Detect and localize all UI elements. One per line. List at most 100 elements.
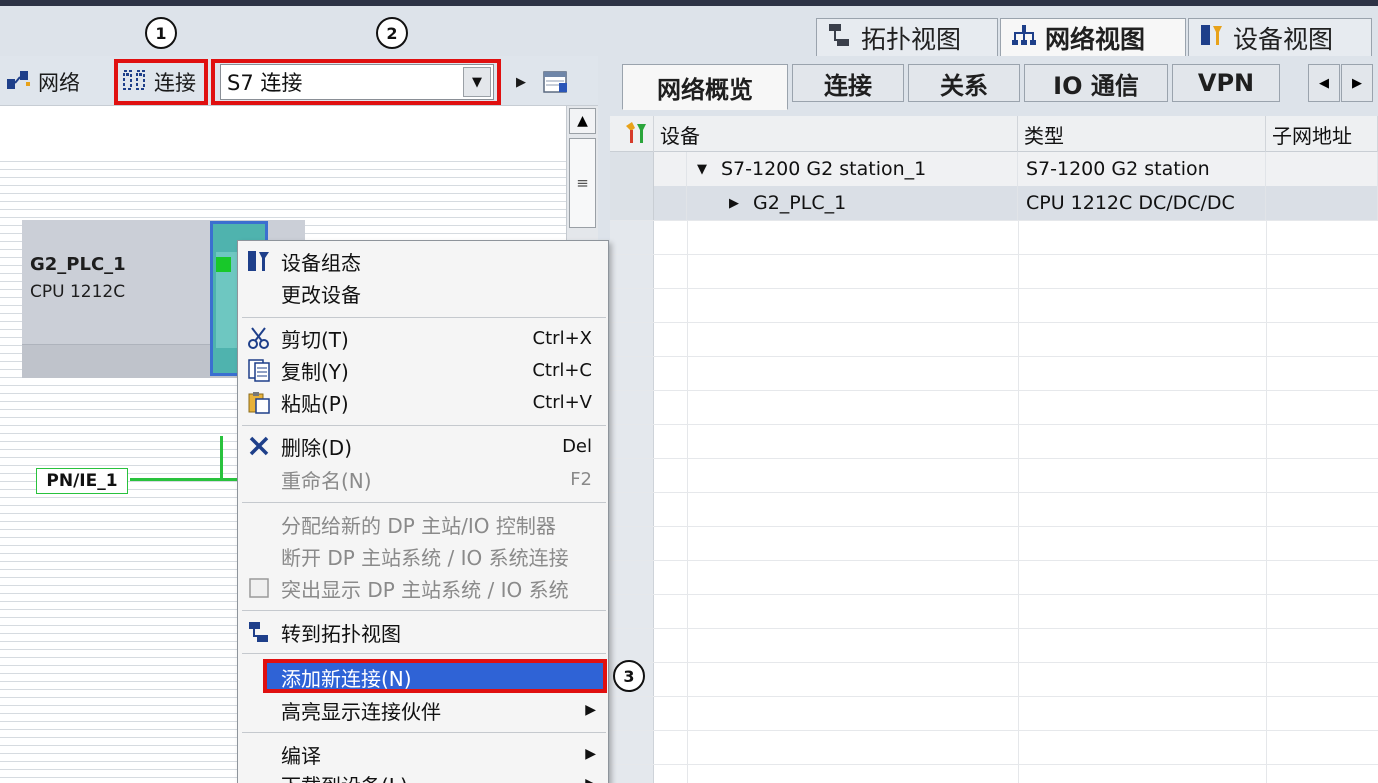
tab-label: 网络概览 [657,75,753,104]
tab-connections[interactable]: 连接 [792,64,904,102]
row-divider [610,492,1378,493]
tab-label: 网络视图 [1045,25,1146,54]
device-cell-text: S7-1200 G2 station_1 [721,158,927,180]
menu-item-label: 编译 [281,743,321,768]
highlight-box-connection-type [211,59,501,105]
tabs-scroll-left-icon[interactable]: ◀ [1308,64,1340,102]
menu-separator [242,610,606,611]
table-row[interactable]: ▼ S7-1200 G2 station_1 S7-1200 G2 statio… [610,152,1378,186]
column-header-label: 子网地址 [1272,123,1352,148]
device-cell: ▶ G2_PLC_1 [687,186,1018,220]
network-mode-button[interactable]: 网络 [6,64,80,100]
tab-vpn[interactable]: VPN [1172,64,1280,102]
view-tabs-bar: 拓扑视图 网络视图 设备视图 [0,6,1378,58]
menu-item-label: 断开 DP 主站系统 / IO 系统连接 [281,545,569,570]
device-cpu-type: CPU 1212C [30,282,126,302]
tab-network-view[interactable]: 网络视图 [1000,18,1186,58]
tab-network-overview[interactable]: 网络概览 [622,64,788,110]
menu-item-disconnect-dp-system[interactable]: 断开 DP 主站系统 / IO 系统连接 [238,540,608,572]
menu-item-assign-dp-master[interactable]: 分配给新的 DP 主站/IO 控制器 [238,508,608,540]
status-column-header[interactable] [610,116,654,152]
menu-item-shortcut: Ctrl+V [532,391,592,413]
menu-item-label: 分配给新的 DP 主站/IO 控制器 [281,513,556,538]
menu-item-label: 设备组态 [281,250,361,275]
menu-item-shortcut: F2 [570,468,592,490]
menu-item-delete[interactable]: 删除(D) Del [238,430,608,462]
tab-io-communication[interactable]: IO 通信 [1024,64,1168,102]
menu-item-label: 突出显示 DP 主站系统 / IO 系统 [281,577,569,602]
column-header-device[interactable]: 设备 [654,116,1018,152]
context-menu: 设备组态 更改设备 剪切(T) Ctrl+X 复制(Y) Ctrl+C 粘贴(P… [237,240,609,783]
row-marker [610,152,654,186]
menu-item-label: 剪切(T) [281,327,349,352]
network-mode-label: 网络 [38,71,80,95]
column-header-subnet-address[interactable]: 子网地址 [1266,116,1378,152]
menu-item-label: 更改设备 [281,282,361,307]
menu-item-label: 重命名(N) [281,468,372,493]
menu-separator [242,502,606,503]
tab-relations[interactable]: 关系 [908,64,1020,102]
menu-item-label: 删除(D) [281,435,353,460]
type-cell-text: S7-1200 G2 station [1026,158,1210,180]
toolbar-more-arrow-icon[interactable]: ▶ [516,64,526,100]
menu-item-change-device[interactable]: 更改设备 [238,277,608,309]
tabs-scroll-right-icon[interactable]: ▶ [1341,64,1373,102]
subnet-label[interactable]: PN/IE_1 [36,468,128,494]
show-table-icon[interactable] [542,64,570,100]
menu-item-paste[interactable]: 粘贴(P) Ctrl+V [238,386,608,418]
row-indent-cell [654,186,687,220]
row-divider [610,288,1378,289]
topology-icon [827,22,853,54]
expanded-triangle-icon[interactable]: ▼ [697,162,707,177]
device-config-icon [246,248,272,274]
type-cell: S7-1200 G2 station [1018,152,1266,186]
menu-item-label: 转到拓扑视图 [281,621,401,646]
overview-table: 设备 类型 子网地址 ▼ S7-1200 G2 station_1 S7-120… [610,116,1378,783]
checkbox-icon[interactable] [246,575,272,601]
tab-label: 关系 [940,71,988,100]
row-divider [610,390,1378,391]
row-divider [610,322,1378,323]
menu-item-highlight-connection-partner[interactable]: 高亮显示连接伙伴 ▶ [238,694,608,726]
collapsed-triangle-icon[interactable]: ▶ [729,196,739,211]
scrollbar-thumb[interactable]: ≡ [569,138,596,228]
callout-2: 2 [376,17,408,49]
column-header-label: 类型 [1024,123,1064,148]
highlight-box-connection [114,59,208,105]
copy-icon [246,357,272,383]
device-icon [1199,22,1225,54]
submenu-arrow-icon: ▶ [585,776,596,783]
menu-item-device-configuration[interactable]: 设备组态 [238,245,608,277]
menu-item-highlight-dp-system[interactable]: 突出显示 DP 主站系统 / IO 系统 [238,572,608,604]
row-indent-cell [654,152,687,186]
tia-portal-window: 拓扑视图 网络视图 设备视图 网络 连接 S7 连接 ▼ ▶ G2_PLC_1 … [0,0,1378,783]
menu-item-copy[interactable]: 复制(Y) Ctrl+C [238,354,608,386]
menu-item-download-to-device[interactable]: 下载到设备(L) ▶ [238,768,608,783]
column-divider [1018,152,1019,783]
menu-item-rename[interactable]: 重命名(N) F2 [238,463,608,495]
row-divider [610,220,1378,221]
menu-item-cut[interactable]: 剪切(T) Ctrl+X [238,322,608,354]
row-divider [610,458,1378,459]
device-name: G2_PLC_1 [30,254,126,275]
tab-label: 设备视图 [1233,25,1334,54]
network-toolbar: 网络 连接 S7 连接 ▼ ▶ [0,56,598,106]
row-divider [610,662,1378,663]
scroll-up-icon[interactable]: ▲ [569,108,596,134]
menu-item-compile[interactable]: 编译 ▶ [238,738,608,770]
table-row[interactable]: ▶ G2_PLC_1 CPU 1212C DC/DC/DC [610,186,1378,220]
delete-x-icon [246,433,272,459]
tab-label: 拓扑视图 [861,25,962,54]
menu-item-shortcut: Ctrl+C [532,359,592,381]
menu-item-shortcut: Ctrl+X [532,327,592,349]
tab-device-view[interactable]: 设备视图 [1188,18,1372,58]
row-divider [610,764,1378,765]
tab-topology-view[interactable]: 拓扑视图 [816,18,998,58]
highlight-box-add-connection [263,659,607,693]
device-cell: ▼ S7-1200 G2 station_1 [687,152,1018,186]
menu-item-label: 粘贴(P) [281,391,349,416]
table-header: 设备 类型 子网地址 [610,116,1378,152]
column-header-type[interactable]: 类型 [1018,116,1266,152]
menu-item-go-to-topology[interactable]: 转到拓扑视图 [238,616,608,648]
overview-tabs-bar: 网络概览 连接 关系 IO 通信 VPN ◀ ▶ [610,56,1378,116]
